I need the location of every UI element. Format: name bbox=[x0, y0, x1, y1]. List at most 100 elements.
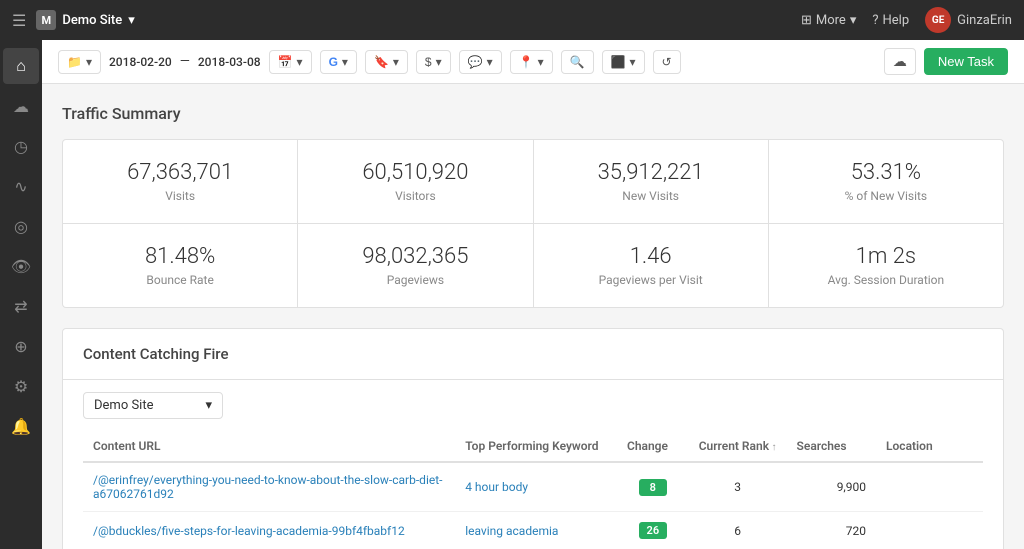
cloud-upload-button[interactable]: ☁ bbox=[884, 48, 916, 75]
eye-icon: 👁 bbox=[11, 257, 31, 276]
refresh-button[interactable]: ↺ bbox=[653, 50, 681, 74]
sidebar-item-cloud[interactable]: ☁ bbox=[3, 88, 39, 124]
cell-url: /@bduckles/five-steps-for-leaving-academ… bbox=[83, 512, 455, 549]
search-toolbar-button[interactable]: 🔍 bbox=[561, 50, 594, 74]
cloud-icon: ☁ bbox=[13, 97, 29, 116]
more-menu[interactable]: ⊞ More ▾ bbox=[801, 13, 856, 28]
cell-change: 26 bbox=[617, 512, 689, 549]
content-catching-fire-body: Demo Site ▾ Content URL Top Performing K… bbox=[63, 380, 1003, 549]
sidebar-item-clock[interactable]: ◷ bbox=[3, 128, 39, 164]
search-toolbar-icon: 🔍 bbox=[570, 55, 585, 69]
th-change: Change bbox=[617, 431, 689, 462]
cloud-upload-icon: ☁ bbox=[893, 53, 907, 69]
stat-new-visits-pct: 53.31% % of New Visits bbox=[769, 140, 1003, 223]
user-profile[interactable]: GE GinzaErin bbox=[925, 7, 1012, 33]
stat-visitors-value: 60,510,920 bbox=[318, 160, 512, 185]
sidebar-item-home[interactable]: ⌂ bbox=[3, 48, 39, 84]
th-rank[interactable]: Current Rank bbox=[689, 431, 787, 462]
new-task-button[interactable]: New Task bbox=[924, 48, 1008, 75]
top-nav-right: ⊞ More ▾ ? Help GE GinzaErin bbox=[801, 7, 1012, 33]
keyword-link[interactable]: leaving academia bbox=[465, 524, 558, 538]
bookmark-icon: 🔖 bbox=[374, 55, 389, 69]
cell-url: /@erinfrey/everything-you-need-to-know-a… bbox=[83, 462, 455, 512]
stat-visits: 67,363,701 Visits bbox=[63, 140, 297, 223]
site-filter-arrow: ▾ bbox=[205, 398, 212, 413]
clock-icon: ◷ bbox=[14, 137, 28, 156]
site-filter-dropdown[interactable]: Demo Site ▾ bbox=[83, 392, 223, 419]
cell-rank: 3 bbox=[689, 462, 787, 512]
dollar-icon: $ bbox=[425, 55, 432, 69]
date-to: 2018-03-08 bbox=[198, 55, 261, 69]
site-filter-label: Demo Site bbox=[94, 398, 154, 413]
stat-new-visits: 35,912,221 New Visits bbox=[534, 140, 768, 223]
bookmark-arrow: ▾ bbox=[393, 55, 399, 69]
screen-icon: ⬛ bbox=[611, 55, 626, 69]
site-dropdown-arrow: ▾ bbox=[128, 13, 135, 28]
sidebar: ⌂ ☁ ◷ ∿ ◎ 👁 ⇄ ⊕ ⚙ 🔔 bbox=[0, 40, 42, 549]
dollar-button[interactable]: $ ▾ bbox=[416, 50, 451, 74]
stat-visitors: 60,510,920 Visitors bbox=[298, 140, 532, 223]
sidebar-item-settings[interactable]: ⚙ bbox=[3, 368, 39, 404]
app-layout: ⌂ ☁ ◷ ∿ ◎ 👁 ⇄ ⊕ ⚙ 🔔 bbox=[0, 40, 1024, 549]
more-label: More bbox=[816, 13, 846, 28]
comment-icon: 💬 bbox=[468, 55, 483, 69]
stat-pvpv-label: Pageviews per Visit bbox=[554, 273, 748, 287]
stat-session-duration: 1m 2s Avg. Session Duration bbox=[769, 224, 1003, 307]
sidebar-item-notifications[interactable]: 🔔 bbox=[3, 408, 39, 444]
dollar-arrow: ▾ bbox=[436, 55, 442, 69]
toolbar: 📁 ▾ 2018-02-20 — 2018-03-08 📅 ▾ G ▾ 🔖 ▾ … bbox=[42, 40, 1024, 84]
folder-icon: 📁 bbox=[67, 55, 82, 69]
th-url: Content URL bbox=[83, 431, 455, 462]
folder-button[interactable]: 📁 ▾ bbox=[58, 50, 101, 74]
stat-bounce-label: Bounce Rate bbox=[83, 273, 277, 287]
cal-arrow: ▾ bbox=[297, 55, 303, 69]
bookmark-button[interactable]: 🔖 ▾ bbox=[365, 50, 408, 74]
refresh-icon: ↺ bbox=[662, 55, 672, 69]
sidebar-item-location[interactable]: ⊕ bbox=[3, 328, 39, 364]
hamburger-menu-icon[interactable]: ☰ bbox=[12, 11, 26, 30]
th-searches: Searches bbox=[787, 431, 876, 462]
help-menu[interactable]: ? Help bbox=[872, 13, 909, 28]
grid-icon: ⊞ bbox=[801, 13, 812, 28]
pin-icon: 📍 bbox=[519, 55, 534, 69]
activity-icon: ∿ bbox=[14, 177, 27, 196]
sidebar-item-eye[interactable]: 👁 bbox=[3, 248, 39, 284]
more-arrow-icon: ▾ bbox=[850, 13, 857, 28]
top-navigation: ☰ M Demo Site ▾ ⊞ More ▾ ? Help GE Ginza… bbox=[0, 0, 1024, 40]
screen-button[interactable]: ⬛ ▾ bbox=[602, 50, 645, 74]
calendar-button[interactable]: 📅 ▾ bbox=[269, 50, 312, 74]
stats-grid: 67,363,701 Visits 60,510,920 Visitors 35… bbox=[62, 139, 1004, 308]
sidebar-item-target[interactable]: ◎ bbox=[3, 208, 39, 244]
stat-bounce-value: 81.48% bbox=[83, 244, 277, 269]
keyword-link[interactable]: 4 hour body bbox=[465, 480, 528, 494]
content-catching-fire-title: Content Catching Fire bbox=[63, 329, 1003, 380]
screen-arrow: ▾ bbox=[630, 55, 636, 69]
stat-new-visits-pct-label: % of New Visits bbox=[789, 189, 983, 203]
google-button[interactable]: G ▾ bbox=[320, 50, 357, 74]
url-link[interactable]: /@erinfrey/everything-you-need-to-know-a… bbox=[93, 473, 442, 501]
comment-button[interactable]: 💬 ▾ bbox=[459, 50, 502, 74]
home-icon: ⌂ bbox=[16, 56, 26, 76]
target-icon: ◎ bbox=[14, 217, 28, 236]
help-label: Help bbox=[883, 13, 910, 28]
date-separator: — bbox=[180, 54, 190, 69]
sidebar-item-transfer[interactable]: ⇄ bbox=[3, 288, 39, 324]
cell-rank: 6 bbox=[689, 512, 787, 549]
th-keyword: Top Performing Keyword bbox=[455, 431, 617, 462]
bell-icon: 🔔 bbox=[11, 417, 31, 436]
url-link[interactable]: /@bduckles/five-steps-for-leaving-academ… bbox=[93, 524, 405, 538]
table-row: /@bduckles/five-steps-for-leaving-academ… bbox=[83, 512, 983, 549]
stat-pvpv-value: 1.46 bbox=[554, 244, 748, 269]
help-icon: ? bbox=[872, 13, 878, 28]
stat-visits-value: 67,363,701 bbox=[83, 160, 277, 185]
pin-button[interactable]: 📍 ▾ bbox=[510, 50, 553, 74]
change-badge: 8 bbox=[639, 479, 667, 496]
th-location: Location bbox=[876, 431, 983, 462]
stat-pageviews-label: Pageviews bbox=[318, 273, 512, 287]
site-logo: M bbox=[36, 10, 56, 30]
avatar-image: GE bbox=[925, 7, 951, 33]
table-body: /@erinfrey/everything-you-need-to-know-a… bbox=[83, 462, 983, 549]
sidebar-item-activity[interactable]: ∿ bbox=[3, 168, 39, 204]
cell-change: 8 bbox=[617, 462, 689, 512]
site-selector[interactable]: M Demo Site ▾ bbox=[36, 10, 134, 30]
